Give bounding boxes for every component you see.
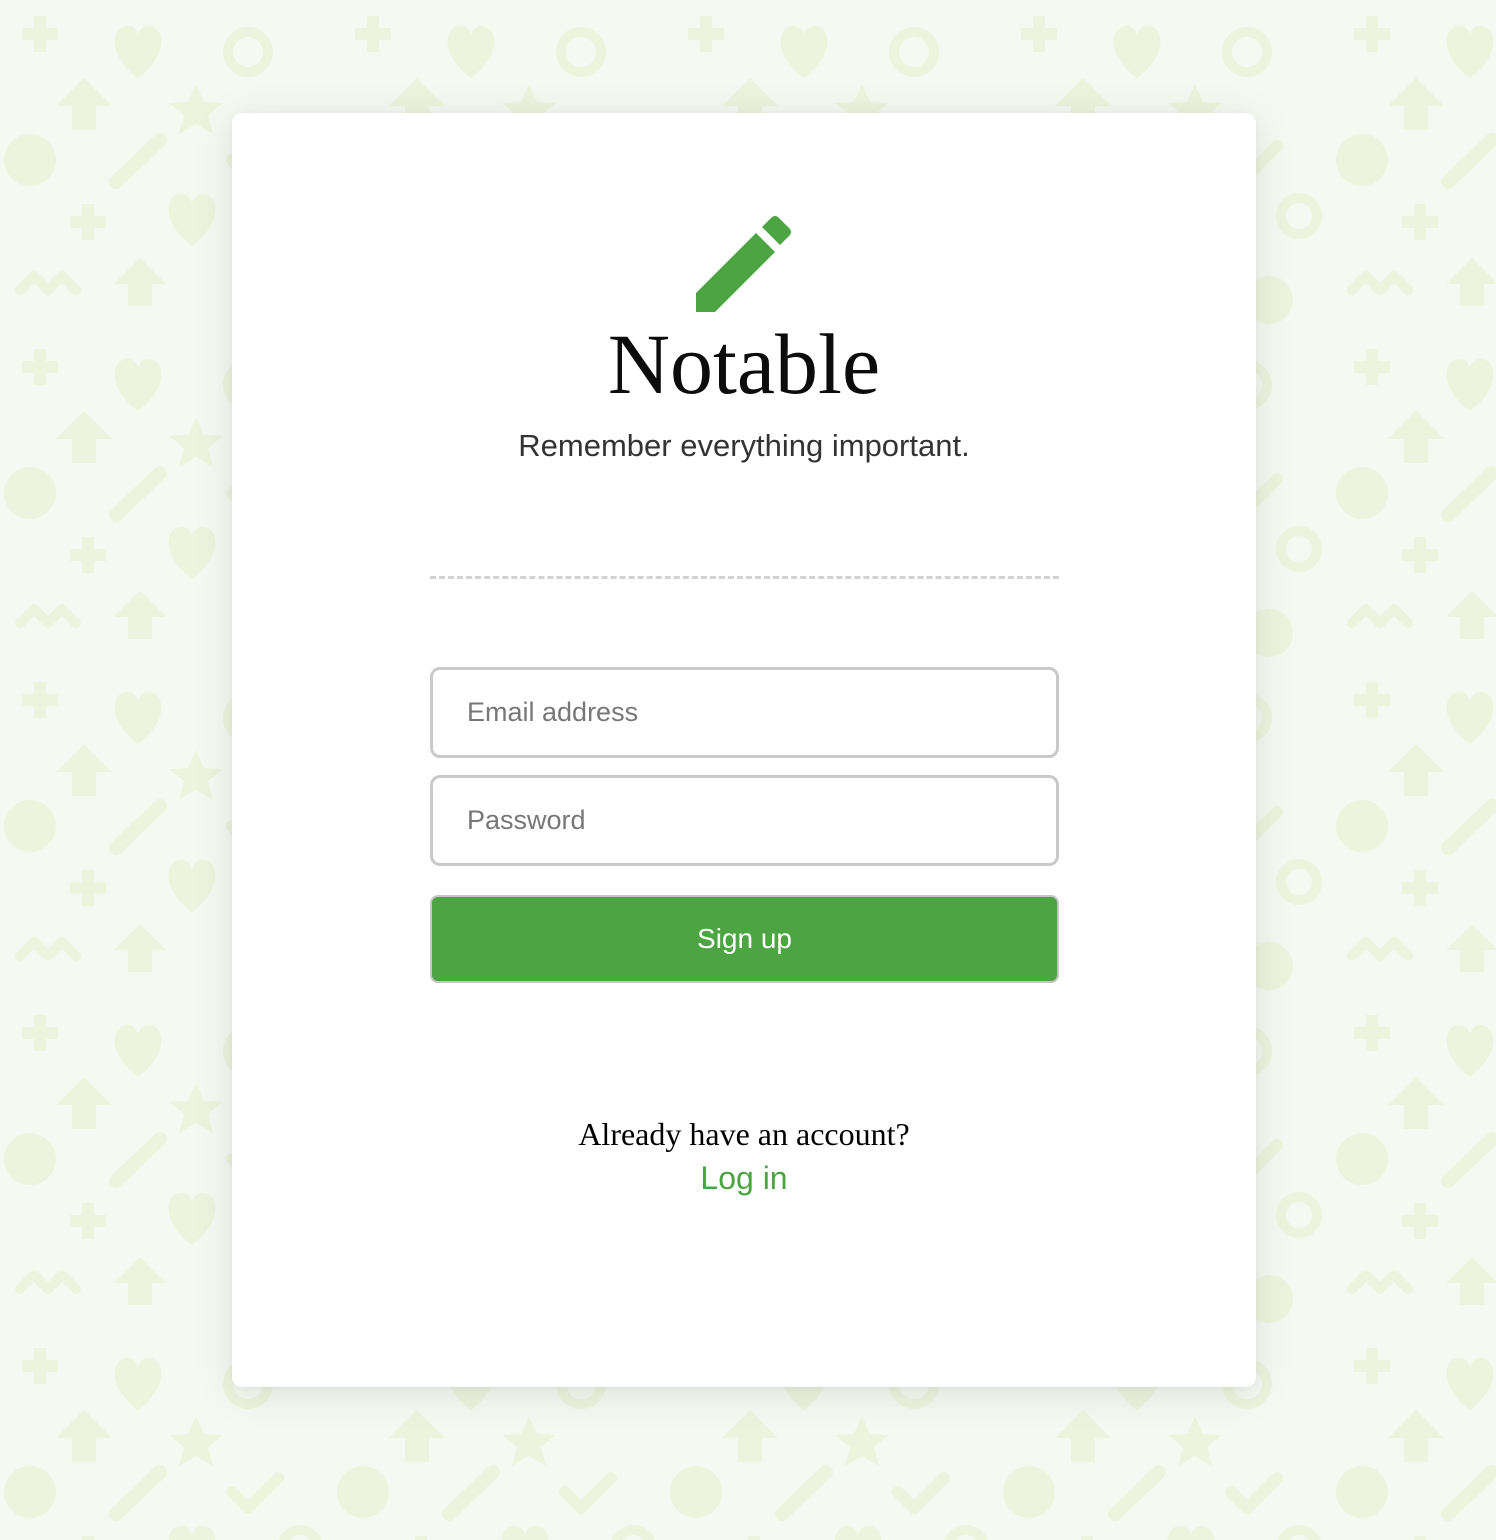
tagline: Remember everything important. xyxy=(518,428,970,463)
password-field[interactable] xyxy=(430,775,1059,866)
sign-up-button[interactable]: Sign up xyxy=(430,895,1059,983)
email-field[interactable] xyxy=(430,667,1059,758)
divider xyxy=(430,576,1059,579)
brand-title: Notable xyxy=(607,316,881,412)
account-prompt: Already have an account? xyxy=(578,1116,910,1152)
pencil-icon xyxy=(696,216,791,312)
log-in-link[interactable]: Log in xyxy=(232,1158,1256,1198)
